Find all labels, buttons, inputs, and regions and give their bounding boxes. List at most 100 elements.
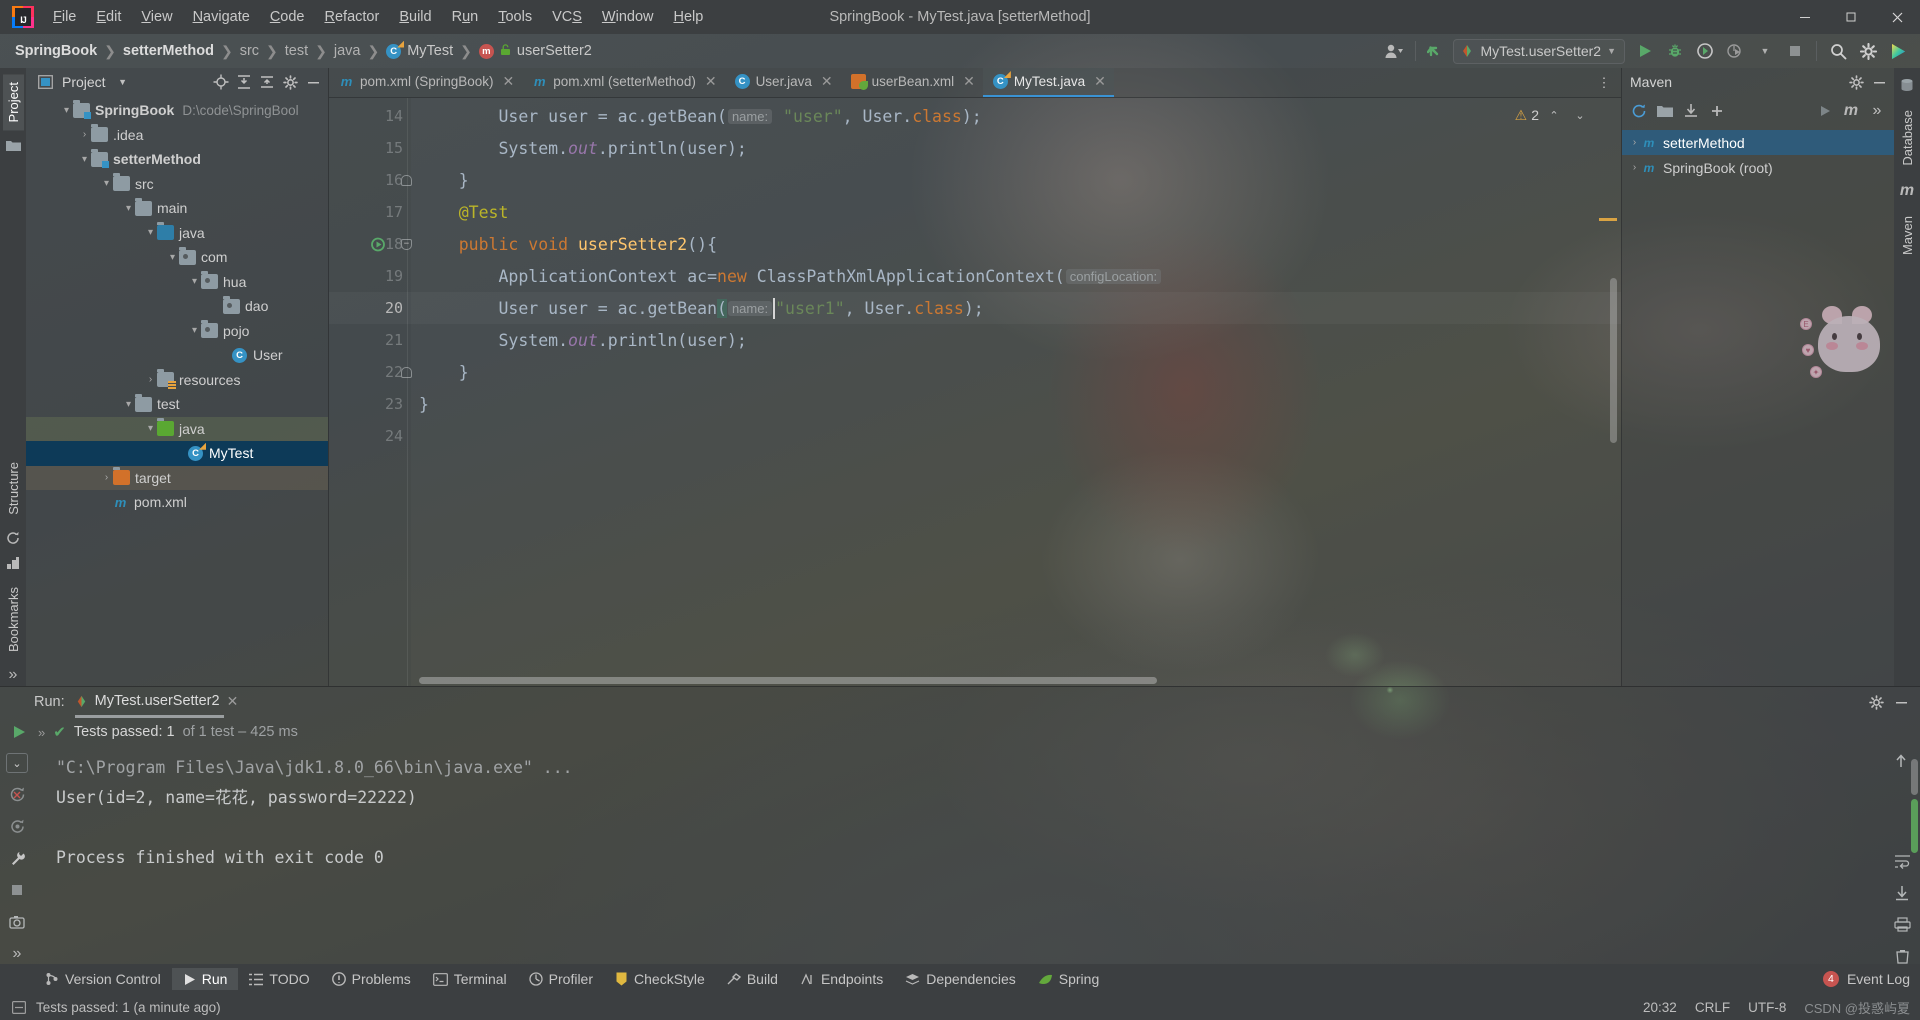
menu-window[interactable]: Window — [592, 5, 664, 29]
close-icon[interactable]: ✕ — [705, 73, 717, 90]
menu-refactor[interactable]: Refactor — [315, 5, 390, 29]
run-test-gutter-icon[interactable] — [371, 237, 386, 252]
search-everywhere-icon[interactable] — [1824, 38, 1852, 64]
plus-icon[interactable] — [1706, 100, 1728, 122]
settings-gear-icon[interactable] — [1865, 691, 1887, 713]
refresh-icon[interactable] — [3, 527, 23, 549]
project-view-icon[interactable] — [34, 71, 56, 93]
chevron-down-icon[interactable]: ▾ — [188, 325, 201, 336]
menu-vcs[interactable]: VCS — [542, 5, 592, 29]
line-number-gutter[interactable]: 14 15 16 17 18 − 19 20 21 22 23 24 — [329, 98, 412, 686]
locate-icon[interactable] — [210, 71, 232, 93]
code-line-18[interactable]: public void userSetter2(){ — [411, 228, 1621, 260]
stop-icon[interactable] — [1781, 38, 1809, 64]
chevron-right-icon[interactable]: › — [1628, 162, 1641, 173]
chevron-down-icon[interactable]: ▾ — [122, 203, 135, 214]
inspections-widget[interactable]: ⚠ 2 ⌃ ⌄ — [1515, 104, 1591, 126]
scroll-up-icon[interactable] — [1893, 753, 1909, 769]
maven-item-settermethod[interactable]: › m setterMethod — [1622, 130, 1894, 155]
vcs-update-icon[interactable] — [1423, 38, 1451, 64]
sidebar-item-database[interactable]: Database — [1897, 102, 1918, 174]
stop-icon[interactable] — [6, 881, 28, 901]
toggle-auto-test-icon[interactable] — [6, 817, 28, 837]
more-tabs-icon[interactable]: ⋮ — [1593, 72, 1615, 94]
event-log-area[interactable]: 4 Event Log — [1822, 971, 1920, 987]
reload-icon[interactable] — [1628, 100, 1650, 122]
add-folder-icon[interactable] — [1654, 100, 1676, 122]
collapse-all-icon[interactable] — [256, 71, 278, 93]
chevron-down-icon[interactable]: ▼ — [1751, 38, 1779, 64]
chevron-down-icon[interactable]: ▾ — [144, 227, 157, 238]
breadcrumb[interactable]: SpringBook ❯ setterMethod ❯ src ❯ test ❯… — [10, 41, 597, 61]
tree-row-resources[interactable]: › resources — [26, 368, 328, 393]
code-line-17[interactable]: @Test — [411, 196, 1621, 228]
close-icon[interactable]: ✕ — [503, 73, 515, 90]
minimize-button[interactable] — [1782, 0, 1828, 34]
tree-row-user-class[interactable]: C User — [26, 343, 328, 368]
encoding-indicator[interactable]: UTF-8 — [1748, 1000, 1786, 1015]
tree-row-pom-xml[interactable]: › m pom.xml — [26, 490, 328, 515]
chevron-down-icon[interactable]: ▾ — [166, 252, 179, 263]
console-scroll-thumb[interactable] — [1911, 799, 1918, 853]
maven-item-springbook-root[interactable]: › m SpringBook (root) — [1622, 155, 1894, 180]
tool-window-dependencies[interactable]: Dependencies — [894, 968, 1027, 990]
chevron-right-icon[interactable]: › — [78, 129, 91, 140]
expand-all-icon[interactable] — [233, 71, 255, 93]
chevron-right-icon[interactable]: › — [1628, 137, 1641, 148]
console-right-toolbar[interactable] — [1884, 747, 1920, 964]
chevron-down-icon[interactable]: ▼ — [112, 71, 134, 93]
settings-gear-icon[interactable] — [1854, 38, 1882, 64]
tree-row-test-java[interactable]: ▾ java — [26, 416, 328, 441]
code-line-23[interactable]: } — [411, 388, 1621, 420]
maven-projects-tree[interactable]: › m setterMethod › m SpringBook (root) — [1622, 126, 1894, 686]
project-tree[interactable]: ▾ SpringBook D:\code\SpringBool › .idea … — [26, 96, 328, 686]
chevron-down-icon[interactable]: ▾ — [100, 178, 113, 189]
sidebar-item-bookmarks[interactable]: Bookmarks — [3, 579, 24, 660]
clear-all-icon[interactable] — [1895, 948, 1910, 964]
menu-file[interactable]: File — [43, 5, 86, 29]
breadcrumb-item-java[interactable]: java — [329, 41, 366, 61]
tree-row-pojo[interactable]: ▾ pojo — [26, 319, 328, 344]
screenshot-icon[interactable] — [6, 912, 28, 932]
tree-row-settermethod[interactable]: ▾ setterMethod — [26, 147, 328, 172]
window-controls[interactable] — [1782, 0, 1920, 34]
more-options-icon[interactable]: » — [6, 944, 28, 964]
console-output[interactable]: "C:\Program Files\Java\jdk1.8.0_66\bin\j… — [34, 747, 1884, 964]
rerun-icon[interactable] — [8, 721, 30, 743]
run-panel-actions[interactable] — [1865, 691, 1920, 713]
code-line-24[interactable] — [411, 420, 1621, 452]
close-button[interactable] — [1874, 0, 1920, 34]
right-tool-window-stripe[interactable]: Database m Maven — [1894, 68, 1920, 686]
editor-tab-bar[interactable]: m pom.xml (SpringBook) ✕ m pom.xml (sett… — [329, 68, 1621, 98]
editor-tab-actions[interactable]: ⋮ — [1587, 68, 1621, 97]
run-tab-mytest-usersetter2[interactable]: MyTest.userSetter2 ✕ — [74, 693, 238, 718]
code-lines[interactable]: User user = ac.getBean(name: "user", Use… — [411, 98, 1621, 686]
left-tool-window-stripe[interactable]: Project Structure Bookmarks » — [0, 68, 26, 686]
run-icon[interactable] — [1631, 38, 1659, 64]
breadcrumb-item-settermethod[interactable]: setterMethod — [118, 41, 219, 61]
menu-build[interactable]: Build — [389, 5, 441, 29]
database-icon[interactable] — [1897, 74, 1917, 96]
scroll-to-end-icon[interactable] — [1894, 885, 1910, 901]
tab-pom-xml-springbook[interactable]: m pom.xml (SpringBook) ✕ — [329, 68, 522, 97]
breadcrumb-item-usersetter2[interactable]: m userSetter2 — [474, 41, 597, 61]
chevron-right-icon[interactable]: › — [144, 374, 157, 385]
tree-row-target[interactable]: › target — [26, 465, 328, 490]
event-log-label[interactable]: Event Log — [1847, 971, 1910, 987]
tree-row-dao[interactable]: › dao — [26, 294, 328, 319]
editor-horizontal-scrollbar[interactable] — [419, 677, 1609, 684]
tree-row-src[interactable]: ▾ src — [26, 172, 328, 197]
download-icon[interactable] — [1680, 100, 1702, 122]
chevron-right-icon[interactable]: › — [100, 472, 113, 483]
tab-userbean-xml[interactable]: userBean.xml ✕ — [841, 68, 983, 97]
tool-window-todo[interactable]: TODO — [238, 968, 320, 990]
run-panel-left-toolbar[interactable]: ⌄ » — [0, 747, 34, 964]
breadcrumb-item-src[interactable]: src — [235, 41, 264, 61]
navbar-actions[interactable]: MyTest.userSetter2 ▼ ▼ — [1380, 38, 1920, 64]
code-editor[interactable]: 14 15 16 17 18 − 19 20 21 22 23 24 User … — [329, 98, 1621, 686]
close-icon[interactable]: ✕ — [1094, 73, 1106, 90]
debug-icon[interactable] — [1661, 38, 1689, 64]
tree-row-mytest[interactable]: C MyTest — [26, 441, 328, 466]
tree-row-main[interactable]: ▾ main — [26, 196, 328, 221]
tree-row-main-java[interactable]: ▾ java — [26, 221, 328, 246]
